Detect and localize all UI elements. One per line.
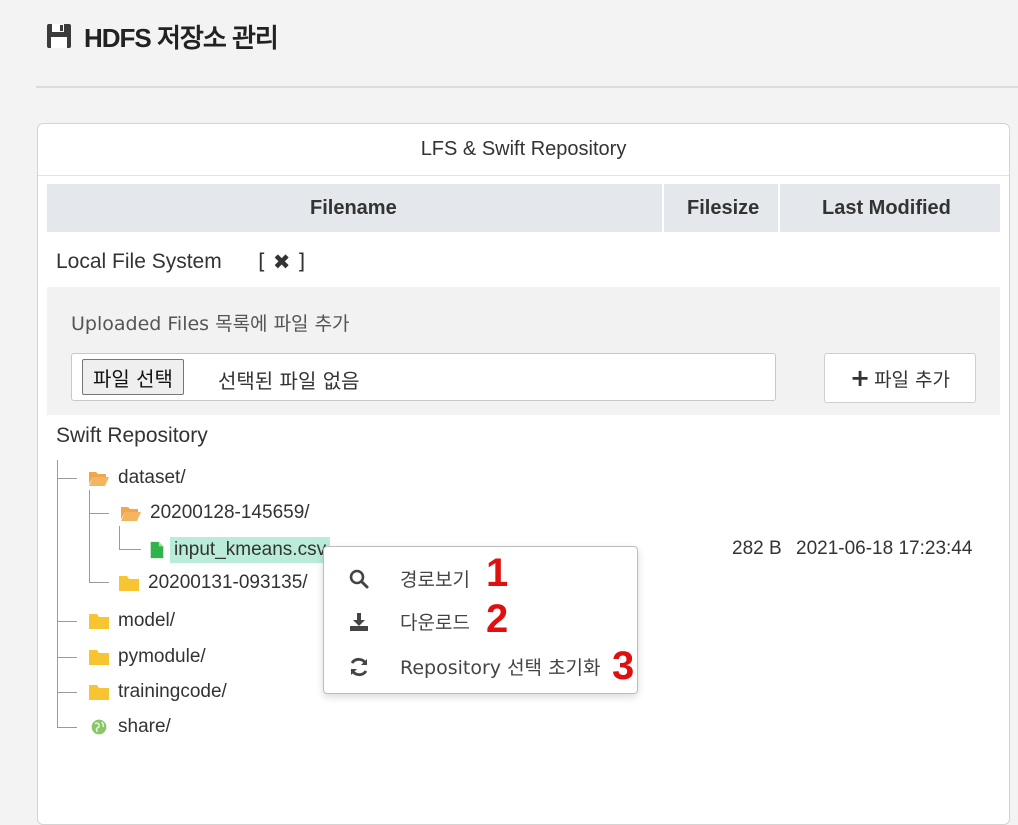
upload-area: Uploaded Files 목록에 파일 추가 파일 선택 선택된 파일 없음… [47,287,1000,415]
tree-node-20200128[interactable]: 20200128-145659/ [120,502,310,524]
save-icon [47,24,71,48]
menu-item-download[interactable]: 다운로드 [348,608,470,635]
menu-item-label: 다운로드 [400,612,470,634]
menu-item-view-path[interactable]: 경로보기 [348,565,470,592]
tree-line [89,513,109,514]
tree-line [57,692,77,693]
folder-icon [89,650,109,665]
file-icon [150,541,164,559]
add-file-button[interactable]: + 파일 추가 [824,353,976,403]
tree-node-label: pymodule/ [118,646,206,667]
tree-line [89,582,109,583]
annotation-number: 1 [486,551,509,595]
page-title: HDFS 저장소 관리 [84,22,279,53]
tree-line [57,621,77,622]
tree-line [57,657,77,658]
file-modified: 2021-06-18 17:23:44 [796,538,973,559]
tree-node-label: trainingcode/ [118,681,227,702]
column-last-modified[interactable]: Last Modified [822,197,951,220]
annotation-number: 2 [486,597,509,641]
download-icon [350,612,368,631]
folder-icon [119,576,139,591]
panel-heading: LFS & Swift Repository [38,124,1009,176]
tree-node-label: dataset/ [118,467,186,488]
tree-node-label: share/ [118,716,171,737]
tree-node-model[interactable]: model/ [88,610,175,632]
tree-line [119,526,120,549]
menu-item-reset-selection[interactable]: Repository 선택 초기화 [348,653,601,680]
refresh-icon [350,657,368,676]
column-filename[interactable]: Filename [310,197,397,220]
file-input[interactable]: 파일 선택 선택된 파일 없음 [71,353,776,401]
tree-line [89,490,90,582]
tree-node-label: 20200128-145659/ [150,502,310,523]
folder-icon [89,614,109,629]
no-file-text: 선택된 파일 없음 [218,369,360,393]
tree-node-input-kmeans[interactable]: input_kmeans.csv [148,537,331,563]
context-menu: 경로보기 다운로드 Repository 선택 초기화 [323,546,638,694]
folder-open-icon [121,507,141,521]
file-size: 282 B [732,538,782,559]
table-header: Filename Filesize Last Modified [47,184,1000,232]
menu-item-label: Repository 선택 초기화 [400,657,601,679]
search-icon [349,569,369,588]
tree-line [119,549,141,550]
tree-node-dataset[interactable]: dataset/ [88,467,186,489]
tree-node-label: input_kmeans.csv [170,537,331,563]
repository-panel: LFS & Swift Repository Filename Filesize… [37,123,1010,825]
upload-caption: Uploaded Files 목록에 파일 추가 [71,313,350,335]
annotation-number: 3 [612,644,635,688]
folder-icon [89,685,109,700]
page-header: HDFS 저장소 관리 [46,16,279,56]
tree-node-trainingcode[interactable]: trainingcode/ [88,681,227,703]
plus-icon: + [849,364,871,392]
menu-item-label: 경로보기 [400,569,470,591]
header-divider [36,86,1018,88]
tree-node-20200131[interactable]: 20200131-093135/ [118,572,308,594]
tree-node-label: model/ [118,610,176,631]
local-fs-close-button[interactable]: [ ✖ ] [258,250,305,274]
globe-icon [91,719,107,735]
column-divider [778,184,780,232]
tree-node-share[interactable]: share/ [88,716,171,738]
tree-line [57,478,77,479]
add-file-label: 파일 추가 [874,368,951,391]
tree-line [57,460,58,728]
column-divider [662,184,664,232]
folder-open-icon [89,472,109,486]
swift-repo-label: Swift Repository [56,424,208,447]
choose-file-button[interactable]: 파일 선택 [82,359,184,395]
tree-node-pymodule[interactable]: pymodule/ [88,646,206,668]
tree-node-label: 20200131-093135/ [148,572,308,593]
local-fs-label: Local File System [56,250,222,273]
tree-line [57,727,77,728]
column-filesize[interactable]: Filesize [687,197,759,220]
